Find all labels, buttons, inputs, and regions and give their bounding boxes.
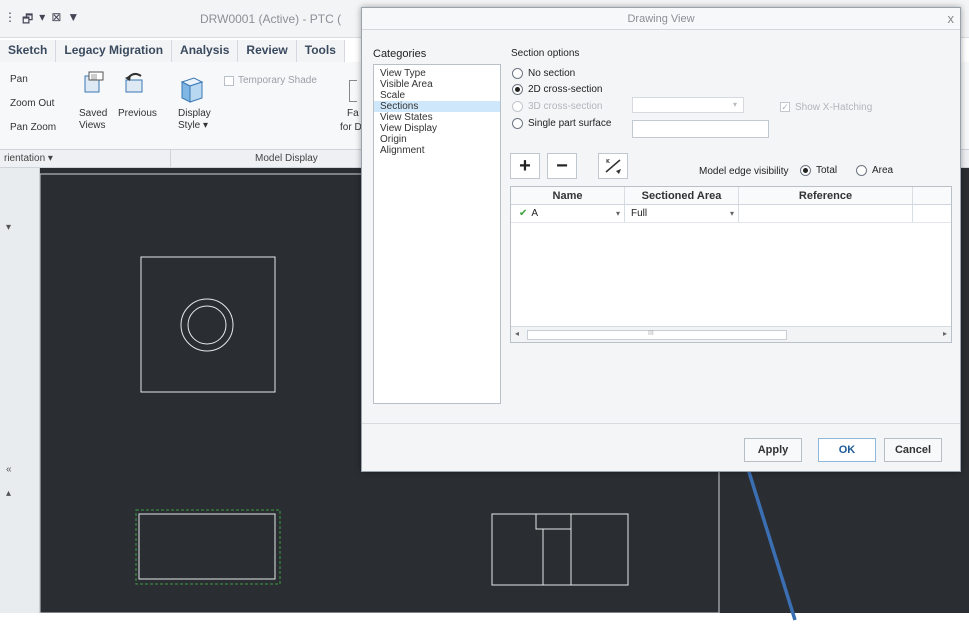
visibility-total-label: Total [816, 165, 838, 176]
category-visible-area[interactable]: Visible Area [374, 79, 500, 90]
column-sectioned-area[interactable]: Sectioned Area [625, 187, 739, 204]
show-x-hatching-label: Show X-Hatching [795, 102, 873, 113]
single-part-option[interactable]: Single part surface [512, 118, 611, 129]
minus-icon: − [556, 154, 568, 177]
add-section-button[interactable]: + [510, 153, 540, 179]
button-divider [362, 423, 960, 424]
categories-list: View Type Visible Area Scale Sections Vi… [373, 64, 501, 404]
model-edge-visibility-label: Model edge visibility [699, 166, 789, 177]
category-view-display[interactable]: View Display [374, 123, 500, 134]
category-alignment[interactable]: Alignment [374, 145, 500, 156]
visibility-total-option[interactable]: Total [800, 165, 837, 176]
table-row[interactable]: ✔ A ▾ Full ▾ [511, 205, 951, 223]
cross-2d-option[interactable]: 2D cross-section [512, 84, 602, 95]
sectioned-area-cell[interactable]: Full ▾ [625, 205, 739, 222]
visibility-area-option[interactable]: Area [856, 165, 893, 176]
categories-label: Categories [373, 48, 427, 60]
single-part-label: Single part surface [528, 118, 612, 129]
chevron-down-icon: ▾ [732, 100, 737, 109]
dialog-title: Drawing View [627, 13, 695, 25]
column-reference[interactable]: Reference [739, 187, 913, 204]
sections-table: Name Sectioned Area Reference ✔ A ▾ Full … [510, 186, 952, 343]
no-section-option[interactable]: No section [512, 68, 575, 79]
category-view-states[interactable]: View States [374, 112, 500, 123]
section-name-cell[interactable]: ✔ A ▾ [511, 205, 625, 222]
show-x-hatching-checkbox: ✓ [780, 102, 790, 112]
category-origin[interactable]: Origin [374, 134, 500, 145]
cross-2d-radio[interactable] [512, 84, 523, 95]
visibility-area-label: Area [872, 165, 894, 176]
no-section-radio[interactable] [512, 68, 523, 79]
single-part-radio[interactable] [512, 118, 523, 129]
apply-button[interactable]: Apply [744, 438, 802, 462]
drawing-view-dialog: Drawing View x Categories View Type Visi… [361, 7, 961, 472]
cross-3d-radio [512, 101, 523, 112]
visibility-total-radio[interactable] [800, 165, 811, 176]
ok-button[interactable]: OK [818, 438, 876, 462]
no-section-label: No section [528, 68, 576, 79]
scroll-left-icon[interactable]: ◂ [515, 329, 519, 338]
cancel-button[interactable]: Cancel [884, 438, 942, 462]
cross-2d-label: 2D cross-section [528, 84, 603, 95]
scroll-right-icon[interactable]: ▸ [943, 329, 947, 338]
horizontal-scrollbar[interactable]: ◂ III ▸ [511, 326, 951, 342]
table-header: Name Sectioned Area Reference [511, 187, 951, 205]
section-name: A [531, 208, 539, 219]
plus-icon: + [519, 154, 531, 177]
single-part-surface-field[interactable] [632, 120, 769, 138]
flip-arrow-button[interactable]: K [598, 153, 628, 179]
dialog-title-bar: Drawing View x [362, 8, 960, 30]
reference-cell[interactable] [739, 205, 913, 222]
column-name[interactable]: Name [511, 187, 625, 204]
flip-arrow-icon: K [605, 159, 621, 174]
cross-section-3d-select: ▾ [632, 97, 744, 113]
scrollbar-thumb[interactable]: III [527, 330, 787, 340]
chevron-down-icon[interactable]: ▾ [616, 205, 620, 223]
category-sections[interactable]: Sections [374, 101, 500, 112]
scroll-grip: III [648, 330, 654, 337]
close-icon[interactable]: x [948, 11, 955, 26]
section-options-label: Section options [511, 48, 580, 59]
category-view-type[interactable]: View Type [374, 68, 500, 79]
visibility-area-radio[interactable] [856, 165, 867, 176]
category-scale[interactable]: Scale [374, 90, 500, 101]
check-icon: ✔ [519, 208, 528, 219]
sectioned-area-value: Full [631, 208, 648, 219]
remove-section-button[interactable]: − [547, 153, 577, 179]
cross-3d-label: 3D cross-section [528, 101, 603, 112]
chevron-down-icon[interactable]: ▾ [730, 205, 734, 223]
svg-text:K: K [606, 159, 611, 165]
cross-3d-option: 3D cross-section [512, 101, 602, 112]
